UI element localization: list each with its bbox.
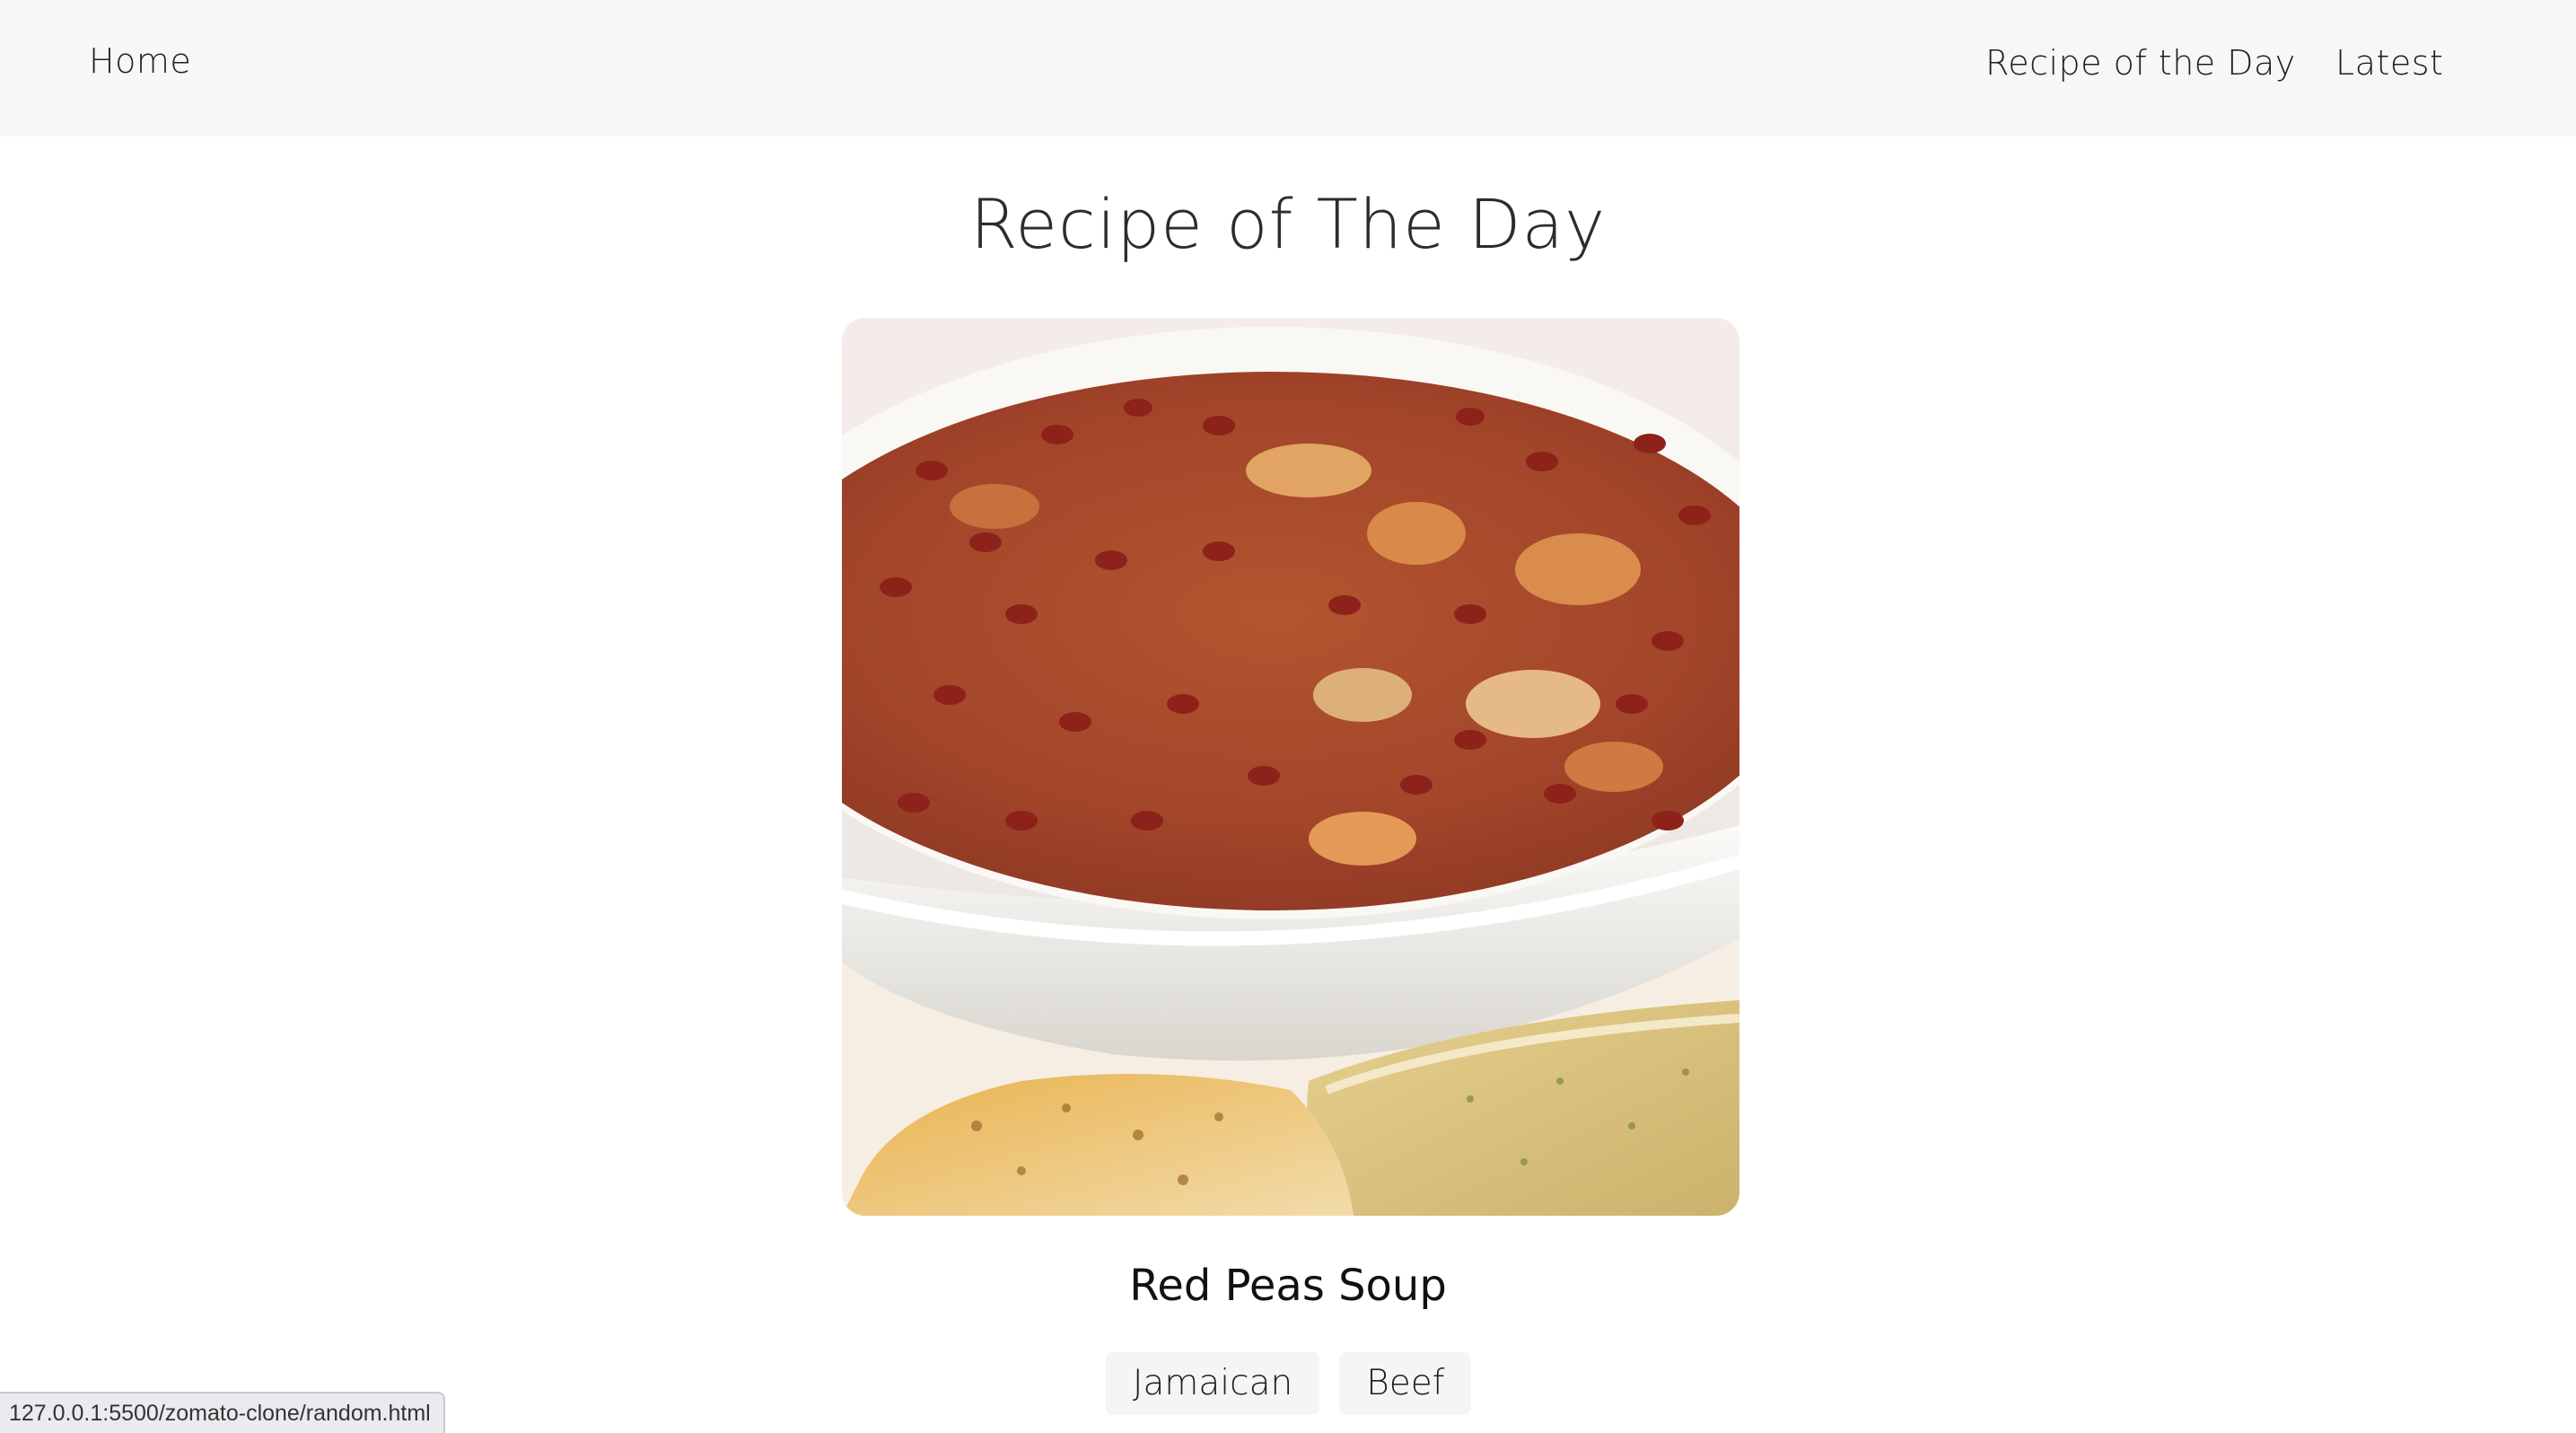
recipe-tags: Jamaican Beef xyxy=(1106,1352,1472,1415)
nav-recipe-of-the-day-link[interactable]: Recipe of the Day xyxy=(1985,43,2296,83)
browser-status-url: 127.0.0.1:5500/zomato-clone/random.html xyxy=(0,1392,445,1433)
recipe-image xyxy=(842,318,1739,1216)
page-title: Recipe of The Day xyxy=(969,184,1607,264)
nav-latest-link[interactable]: Latest xyxy=(2335,43,2443,83)
top-navbar: Home Recipe of the Day Latest xyxy=(0,0,2576,136)
recipe-name: Red Peas Soup xyxy=(1129,1261,1447,1311)
nav-home-link[interactable]: Home xyxy=(89,41,191,81)
tag-category[interactable]: Beef xyxy=(1339,1352,1472,1415)
tag-cuisine[interactable]: Jamaican xyxy=(1106,1352,1320,1415)
